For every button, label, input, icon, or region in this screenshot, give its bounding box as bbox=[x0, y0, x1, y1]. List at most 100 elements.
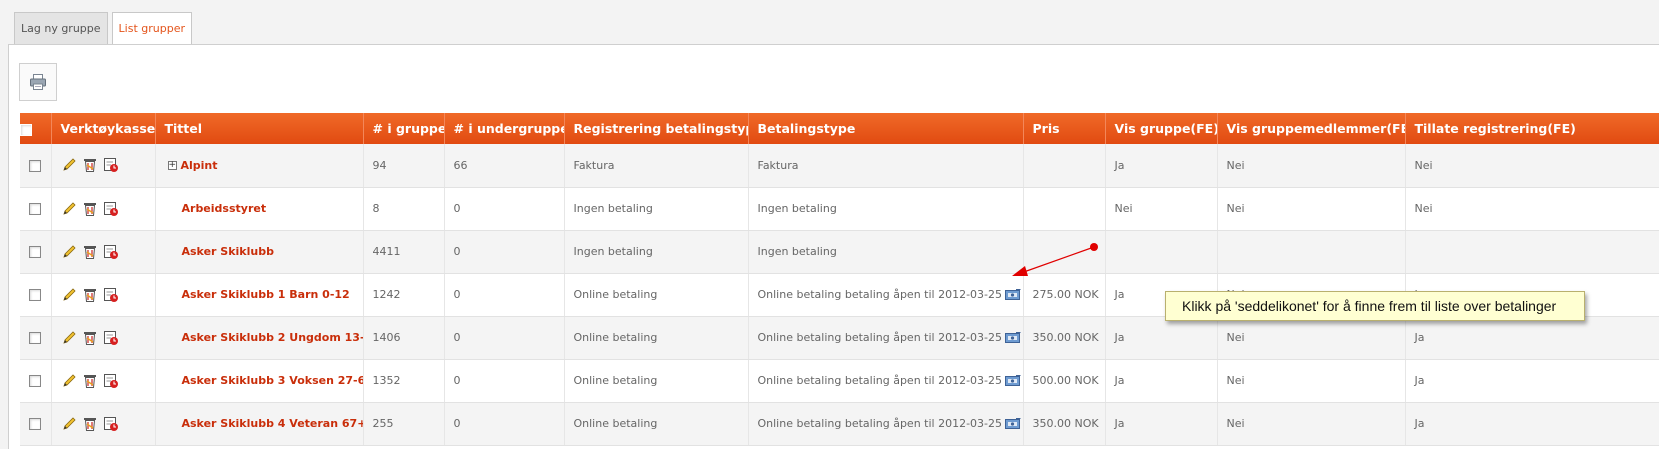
schedule-icon[interactable] bbox=[103, 201, 119, 217]
tab-create-group[interactable]: Lag ny gruppe bbox=[14, 12, 108, 45]
group-title[interactable]: Alpint bbox=[181, 159, 218, 172]
subgroup-count: 0 bbox=[444, 187, 565, 231]
col-reg-type[interactable]: Registrering betalingstype bbox=[564, 113, 749, 144]
registration-payment-type: Online betaling bbox=[564, 402, 749, 446]
col-price[interactable]: Pris bbox=[1023, 113, 1106, 144]
payment-type-cell: Online betaling betaling åpen til 2012-0… bbox=[748, 402, 1024, 446]
delete-icon[interactable] bbox=[82, 287, 98, 303]
delete-icon[interactable] bbox=[82, 416, 98, 432]
group-title[interactable]: Asker Skiklubb 3 Voksen 27-66 bbox=[182, 374, 363, 387]
show-members: Nei bbox=[1217, 359, 1406, 403]
payment-bill-icon[interactable] bbox=[1005, 289, 1021, 301]
schedule-icon[interactable] bbox=[103, 157, 119, 173]
group-title[interactable]: Arbeidsstyret bbox=[182, 202, 267, 215]
price: 500.00 NOK bbox=[1023, 359, 1106, 403]
row-checkbox-cell bbox=[20, 273, 52, 317]
edit-icon[interactable] bbox=[61, 330, 77, 346]
payment-type: Ingen betaling bbox=[757, 202, 837, 215]
subgroup-count: 0 bbox=[444, 402, 565, 446]
delete-icon[interactable] bbox=[82, 244, 98, 260]
row-checkbox[interactable] bbox=[29, 332, 42, 344]
schedule-icon[interactable] bbox=[103, 244, 119, 260]
payment-bill-icon[interactable] bbox=[1005, 418, 1021, 430]
payment-type: Online betaling betaling åpen til 2012-0… bbox=[757, 417, 1003, 430]
group-title-link[interactable]: + Alpint bbox=[155, 144, 364, 188]
group-title[interactable]: Asker Skiklubb 2 Ungdom 13-26 bbox=[182, 331, 363, 344]
row-checkbox[interactable] bbox=[29, 159, 42, 172]
table-row: Asker Skiklubb 2 Ungdom 13-26 1406 0 Online… bbox=[20, 316, 1659, 360]
schedule-icon[interactable] bbox=[103, 330, 119, 346]
col-title[interactable]: Tittel bbox=[155, 113, 364, 144]
row-checkbox-cell bbox=[20, 402, 52, 446]
schedule-icon[interactable] bbox=[103, 416, 119, 432]
price: 350.00 NOK bbox=[1023, 402, 1106, 446]
col-show-members[interactable]: Vis gruppemedlemmer(FE) bbox=[1217, 113, 1406, 144]
group-title-link[interactable]: Arbeidsstyret bbox=[155, 187, 364, 231]
group-count: 4411 bbox=[363, 230, 445, 274]
toolbox-cell bbox=[51, 144, 156, 188]
row-checkbox[interactable] bbox=[29, 289, 42, 301]
payment-type: Online betaling betaling åpen til 2012-0… bbox=[757, 288, 1003, 301]
col-count[interactable]: # i gruppe bbox=[363, 113, 445, 144]
payment-bill-icon[interactable] bbox=[1005, 332, 1021, 344]
delete-icon[interactable] bbox=[82, 157, 98, 173]
row-checkbox-cell bbox=[20, 316, 52, 360]
delete-icon[interactable] bbox=[82, 373, 98, 389]
registration-payment-type: Faktura bbox=[564, 144, 749, 188]
price: 350.00 NOK bbox=[1023, 316, 1106, 360]
delete-icon[interactable] bbox=[82, 201, 98, 217]
schedule-icon[interactable] bbox=[103, 373, 119, 389]
row-checkbox-cell bbox=[20, 187, 52, 231]
group-title[interactable]: Asker Skiklubb 1 Barn 0-12 bbox=[182, 288, 350, 301]
show-group: Ja bbox=[1105, 359, 1218, 403]
edit-icon[interactable] bbox=[61, 157, 77, 173]
group-count: 8 bbox=[363, 187, 445, 231]
edit-icon[interactable] bbox=[61, 287, 77, 303]
group-title[interactable]: Asker Skiklubb 4 Veteran 67+ bbox=[182, 417, 363, 430]
show-group: Nei bbox=[1105, 187, 1218, 231]
delete-icon[interactable] bbox=[82, 330, 98, 346]
group-title-link[interactable]: Asker Skiklubb 1 Barn 0-12 bbox=[155, 273, 364, 317]
edit-icon[interactable] bbox=[61, 373, 77, 389]
allow-registration: Ja bbox=[1405, 316, 1659, 360]
col-show-group[interactable]: Vis gruppe(FE) bbox=[1105, 113, 1218, 144]
col-subcount[interactable]: # i undergruppe bbox=[444, 113, 565, 144]
payment-type-cell: Ingen betaling bbox=[748, 230, 1024, 274]
expand-icon[interactable]: + bbox=[167, 161, 177, 171]
show-members: Nei bbox=[1217, 144, 1406, 188]
edit-icon[interactable] bbox=[61, 416, 77, 432]
table-header-row: Verktøykasse Tittel # i gruppe # i under… bbox=[20, 113, 1659, 144]
table-row: Asker Skiklubb 4411 0 Ingen betaling Ingen b… bbox=[20, 230, 1659, 274]
registration-payment-type: Online betaling bbox=[564, 359, 749, 403]
print-button[interactable] bbox=[19, 63, 57, 101]
row-checkbox[interactable] bbox=[29, 375, 42, 387]
payment-type-cell: Faktura bbox=[748, 144, 1024, 188]
table-row: Asker Skiklubb 4 Veteran 67+ 255 0 Online b… bbox=[20, 402, 1659, 446]
col-pay-type[interactable]: Betalingstype bbox=[748, 113, 1024, 144]
subgroup-count: 0 bbox=[444, 273, 565, 317]
payment-type: Ingen betaling bbox=[757, 245, 837, 258]
edit-icon[interactable] bbox=[61, 244, 77, 260]
select-all-checkbox[interactable] bbox=[20, 123, 32, 136]
payment-bill-icon[interactable] bbox=[1005, 375, 1021, 387]
schedule-icon[interactable] bbox=[103, 287, 119, 303]
group-title[interactable]: Asker Skiklubb bbox=[182, 245, 274, 258]
row-checkbox[interactable] bbox=[29, 418, 42, 430]
group-title-link[interactable]: Asker Skiklubb 2 Ungdom 13-26 bbox=[155, 316, 364, 360]
payment-type: Faktura bbox=[757, 158, 799, 172]
payment-type-cell: Online betaling betaling åpen til 2012-0… bbox=[748, 273, 1024, 317]
row-checkbox[interactable] bbox=[29, 246, 42, 258]
registration-payment-type: Online betaling bbox=[564, 316, 749, 360]
group-title-link[interactable]: Asker Skiklubb 3 Voksen 27-66 bbox=[155, 359, 364, 403]
tab-list-groups[interactable]: List grupper bbox=[111, 12, 193, 46]
row-checkbox[interactable] bbox=[29, 203, 42, 215]
registration-payment-type: Ingen betaling bbox=[564, 230, 749, 274]
payment-type: Online betaling betaling åpen til 2012-0… bbox=[757, 374, 1003, 387]
toolbox-cell bbox=[51, 273, 156, 317]
col-allow-reg[interactable]: Tillate registrering(FE) bbox=[1405, 113, 1659, 144]
group-title-link[interactable]: Asker Skiklubb bbox=[155, 230, 364, 274]
group-title-link[interactable]: Asker Skiklubb 4 Veteran 67+ bbox=[155, 402, 364, 446]
edit-icon[interactable] bbox=[61, 201, 77, 217]
allow-registration: Ja bbox=[1405, 359, 1659, 403]
show-members: Nei bbox=[1217, 316, 1406, 360]
